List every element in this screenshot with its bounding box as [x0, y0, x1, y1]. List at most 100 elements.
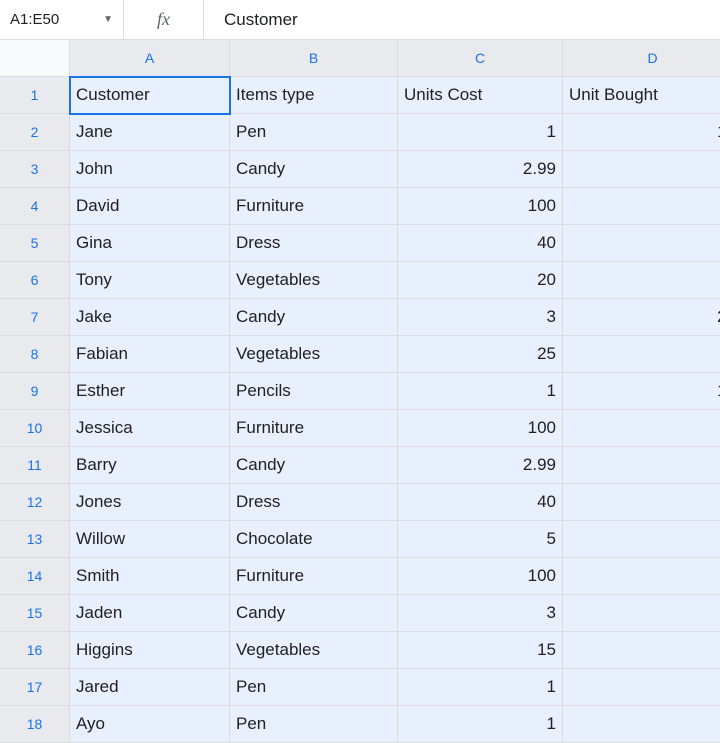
col-header-B[interactable]: B	[230, 40, 398, 77]
row-header-14[interactable]: 14	[0, 558, 70, 595]
cell-B15[interactable]: Candy	[230, 595, 398, 632]
cell-A10[interactable]: Jessica	[70, 410, 230, 447]
cell-A12[interactable]: Jones	[70, 484, 230, 521]
cell-A15[interactable]: Jaden	[70, 595, 230, 632]
row-header-7[interactable]: 7	[0, 299, 70, 336]
cell-B14[interactable]: Furniture	[230, 558, 398, 595]
row-header-15[interactable]: 15	[0, 595, 70, 632]
cell-C5[interactable]: 40	[398, 225, 563, 262]
cell-B8[interactable]: Vegetables	[230, 336, 398, 373]
cell-C6[interactable]: 20	[398, 262, 563, 299]
cell-D2[interactable]: 10	[563, 114, 720, 151]
cell-D10[interactable]: 2	[563, 410, 720, 447]
cell-D15[interactable]: 1	[563, 595, 720, 632]
cell-D11[interactable]: 5	[563, 447, 720, 484]
row-header-8[interactable]: 8	[0, 336, 70, 373]
cell-D1[interactable]: Unit Bought	[563, 77, 720, 114]
select-all-corner[interactable]	[0, 40, 70, 77]
row-header-6[interactable]: 6	[0, 262, 70, 299]
cell-B9[interactable]: Pencils	[230, 373, 398, 410]
cell-D17[interactable]: 2	[563, 669, 720, 706]
cell-D3[interactable]: 2	[563, 151, 720, 188]
cell-A5[interactable]: Gina	[70, 225, 230, 262]
cell-B1[interactable]: Items type	[230, 77, 398, 114]
row-header-17[interactable]: 17	[0, 669, 70, 706]
cell-A8[interactable]: Fabian	[70, 336, 230, 373]
row-header-2[interactable]: 2	[0, 114, 70, 151]
cell-B7[interactable]: Candy	[230, 299, 398, 336]
row-header-11[interactable]: 11	[0, 447, 70, 484]
row-header-4[interactable]: 4	[0, 188, 70, 225]
spreadsheet-grid[interactable]: ABCD1CustomerItems typeUnits CostUnit Bo…	[0, 40, 720, 743]
cell-A4[interactable]: David	[70, 188, 230, 225]
cell-B10[interactable]: Furniture	[230, 410, 398, 447]
cell-B3[interactable]: Candy	[230, 151, 398, 188]
formula-input[interactable]: Customer	[204, 0, 720, 39]
row-header-1[interactable]: 1	[0, 77, 70, 114]
cell-B2[interactable]: Pen	[230, 114, 398, 151]
cell-C17[interactable]: 1	[398, 669, 563, 706]
col-header-A[interactable]: A	[70, 40, 230, 77]
cell-B18[interactable]: Pen	[230, 706, 398, 743]
cell-C8[interactable]: 25	[398, 336, 563, 373]
cell-D4[interactable]: 1	[563, 188, 720, 225]
row-header-18[interactable]: 18	[0, 706, 70, 743]
cell-A7[interactable]: Jake	[70, 299, 230, 336]
cell-C10[interactable]: 100	[398, 410, 563, 447]
cell-A9[interactable]: Esther	[70, 373, 230, 410]
cell-D18[interactable]: 9	[563, 706, 720, 743]
cell-B13[interactable]: Chocolate	[230, 521, 398, 558]
cell-C4[interactable]: 100	[398, 188, 563, 225]
row-header-12[interactable]: 12	[0, 484, 70, 521]
cell-D8[interactable]: 2	[563, 336, 720, 373]
cell-A18[interactable]: Ayo	[70, 706, 230, 743]
cell-A6[interactable]: Tony	[70, 262, 230, 299]
col-header-C[interactable]: C	[398, 40, 563, 77]
cell-C2[interactable]: 1	[398, 114, 563, 151]
col-header-D[interactable]: D	[563, 40, 720, 77]
cell-D14[interactable]: 2	[563, 558, 720, 595]
row-header-9[interactable]: 9	[0, 373, 70, 410]
cell-D7[interactable]: 20	[563, 299, 720, 336]
row-header-3[interactable]: 3	[0, 151, 70, 188]
cell-B17[interactable]: Pen	[230, 669, 398, 706]
cell-D9[interactable]: 10	[563, 373, 720, 410]
cell-C9[interactable]: 1	[398, 373, 563, 410]
cell-C18[interactable]: 1	[398, 706, 563, 743]
cell-B4[interactable]: Furniture	[230, 188, 398, 225]
cell-A17[interactable]: Jared	[70, 669, 230, 706]
cell-B12[interactable]: Dress	[230, 484, 398, 521]
cell-B6[interactable]: Vegetables	[230, 262, 398, 299]
cell-B11[interactable]: Candy	[230, 447, 398, 484]
cell-C12[interactable]: 40	[398, 484, 563, 521]
cell-A13[interactable]: Willow	[70, 521, 230, 558]
formula-bar: A1:E50 ▼ fx Customer	[0, 0, 720, 40]
cell-D6[interactable]: 6	[563, 262, 720, 299]
cell-D12[interactable]: 7	[563, 484, 720, 521]
cell-C11[interactable]: 2.99	[398, 447, 563, 484]
cell-B16[interactable]: Vegetables	[230, 632, 398, 669]
row-header-10[interactable]: 10	[0, 410, 70, 447]
cell-C3[interactable]: 2.99	[398, 151, 563, 188]
chevron-down-icon[interactable]: ▼	[103, 14, 113, 25]
cell-A2[interactable]: Jane	[70, 114, 230, 151]
cell-C13[interactable]: 5	[398, 521, 563, 558]
cell-B5[interactable]: Dress	[230, 225, 398, 262]
cell-C14[interactable]: 100	[398, 558, 563, 595]
cell-A14[interactable]: Smith	[70, 558, 230, 595]
cell-D13[interactable]: 2	[563, 521, 720, 558]
cell-C16[interactable]: 15	[398, 632, 563, 669]
cell-A1[interactable]: Customer	[70, 77, 230, 114]
row-header-16[interactable]: 16	[0, 632, 70, 669]
cell-A16[interactable]: Higgins	[70, 632, 230, 669]
name-box[interactable]: A1:E50 ▼	[0, 0, 124, 39]
cell-D5[interactable]: 5	[563, 225, 720, 262]
cell-D16[interactable]: 6	[563, 632, 720, 669]
cell-C7[interactable]: 3	[398, 299, 563, 336]
row-header-5[interactable]: 5	[0, 225, 70, 262]
cell-A3[interactable]: John	[70, 151, 230, 188]
cell-C1[interactable]: Units Cost	[398, 77, 563, 114]
cell-C15[interactable]: 3	[398, 595, 563, 632]
row-header-13[interactable]: 13	[0, 521, 70, 558]
cell-A11[interactable]: Barry	[70, 447, 230, 484]
